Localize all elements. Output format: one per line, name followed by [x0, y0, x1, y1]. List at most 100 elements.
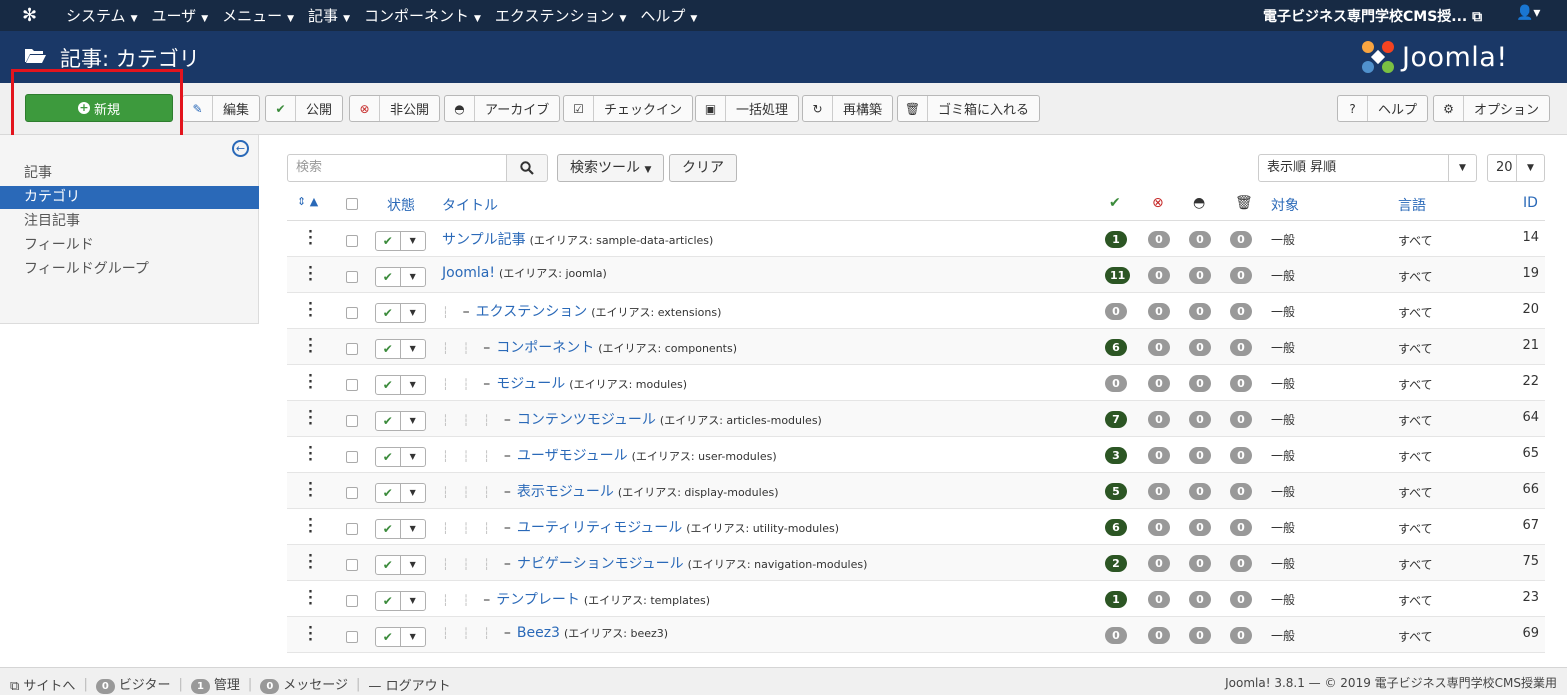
unpublished-count-badge[interactable]: 0	[1148, 375, 1170, 392]
trashed-count-badge[interactable]: 0	[1230, 231, 1252, 248]
chevron-down-icon[interactable]: ▼	[401, 556, 425, 574]
row-checkbox[interactable]	[346, 631, 358, 643]
trashed-count-badge[interactable]: 0	[1230, 483, 1252, 500]
published-check-icon[interactable]: ✔	[376, 376, 401, 394]
check-all-checkbox[interactable]	[346, 198, 358, 210]
status-toggle[interactable]: ✔ ▼	[375, 231, 426, 251]
trashed-count-badge[interactable]: 0	[1230, 303, 1252, 320]
options-button[interactable]: ⚙ オプション	[1433, 95, 1551, 122]
row-checkbox[interactable]	[346, 595, 358, 607]
status-toggle[interactable]: ✔ ▼	[375, 555, 426, 575]
search-button[interactable]	[506, 154, 548, 182]
category-title-link[interactable]: ユーザモジュール	[517, 448, 628, 464]
archived-count-badge[interactable]: 0	[1189, 627, 1211, 644]
sidebar-item-fields[interactable]: フィールド	[0, 234, 259, 257]
menu-help[interactable]: ヘルプ ▼	[640, 5, 697, 26]
published-count-badge[interactable]: 0	[1105, 303, 1127, 320]
unpublished-count-badge[interactable]: 0	[1148, 483, 1170, 500]
publish-button[interactable]: ✔ 公開	[265, 95, 344, 122]
row-checkbox[interactable]	[346, 559, 358, 571]
published-count-badge[interactable]: 3	[1105, 447, 1127, 464]
row-checkbox[interactable]	[346, 307, 358, 319]
trashed-count-badge[interactable]: 0	[1230, 519, 1252, 536]
published-check-icon[interactable]: ✔	[376, 520, 401, 538]
column-language[interactable]: 言語	[1398, 195, 1426, 215]
edit-button[interactable]: ✎ 編集	[182, 95, 261, 122]
published-check-icon[interactable]: ✔	[376, 340, 401, 358]
chevron-down-icon[interactable]: ▼	[401, 592, 425, 610]
logout-link[interactable]: — ログアウト	[368, 675, 450, 694]
menu-menus[interactable]: メニュー ▼	[222, 5, 294, 26]
drag-handle-icon[interactable]: · · ·	[308, 622, 313, 647]
published-count-badge[interactable]: 5	[1105, 483, 1127, 500]
messages-link[interactable]: 0 メッセージ	[260, 674, 348, 694]
archived-count-badge[interactable]: 0	[1189, 483, 1211, 500]
published-count-badge[interactable]: 6	[1105, 339, 1127, 356]
unpublished-count-badge[interactable]: 0	[1148, 447, 1170, 464]
status-toggle[interactable]: ✔ ▼	[375, 591, 426, 611]
chevron-down-icon[interactable]: ▼	[401, 520, 425, 538]
column-title[interactable]: タイトル	[442, 195, 498, 215]
menu-content[interactable]: 記事 ▼	[308, 5, 350, 26]
column-status[interactable]: 状態	[387, 195, 415, 215]
rebuild-button[interactable]: ↻ 再構築	[802, 95, 894, 122]
drag-handle-icon[interactable]: · · ·	[308, 370, 313, 395]
status-toggle[interactable]: ✔ ▼	[375, 627, 426, 647]
drag-handle-icon[interactable]: · · ·	[308, 262, 313, 287]
row-checkbox[interactable]	[346, 415, 358, 427]
published-check-icon[interactable]: ✔	[376, 592, 401, 610]
unpublished-count-badge[interactable]: 0	[1148, 591, 1170, 608]
row-checkbox[interactable]	[346, 451, 358, 463]
category-title-link[interactable]: エクステンション	[476, 304, 588, 320]
published-check-icon[interactable]: ✔	[376, 556, 401, 574]
row-checkbox[interactable]	[346, 271, 358, 283]
published-column-icon[interactable]: ✔	[1109, 195, 1121, 211]
archived-count-badge[interactable]: 0	[1189, 303, 1211, 320]
published-check-icon[interactable]: ✔	[376, 268, 401, 286]
trashed-count-badge[interactable]: 0	[1230, 591, 1252, 608]
sidebar-item-categories[interactable]: カテゴリ	[0, 186, 259, 209]
category-title-link[interactable]: モジュール	[496, 376, 565, 392]
trashed-count-badge[interactable]: 0	[1230, 267, 1252, 284]
status-toggle[interactable]: ✔ ▼	[375, 339, 426, 359]
category-title-link[interactable]: ユーティリティモジュール	[517, 520, 682, 536]
column-access[interactable]: 対象	[1271, 195, 1299, 215]
unpublished-count-badge[interactable]: 0	[1148, 303, 1170, 320]
trashed-count-badge[interactable]: 0	[1230, 555, 1252, 572]
category-title-link[interactable]: Beez3	[517, 625, 560, 641]
trash-button[interactable]: 🗑 ゴミ箱に入れる	[897, 95, 1041, 122]
archived-count-badge[interactable]: 0	[1189, 339, 1211, 356]
status-toggle[interactable]: ✔ ▼	[375, 411, 426, 431]
published-check-icon[interactable]: ✔	[376, 484, 401, 502]
status-toggle[interactable]: ✔ ▼	[375, 519, 426, 539]
chevron-down-icon[interactable]: ▼	[401, 412, 425, 430]
site-name-link[interactable]: 電子ビジネス専門学校CMS授... ⧉	[1263, 6, 1482, 26]
menu-system[interactable]: システム ▼	[66, 5, 137, 26]
archived-count-badge[interactable]: 0	[1189, 591, 1211, 608]
archived-count-badge[interactable]: 0	[1189, 411, 1211, 428]
published-count-badge[interactable]: 1	[1105, 591, 1127, 608]
published-check-icon[interactable]: ✔	[376, 304, 401, 322]
unpublished-count-badge[interactable]: 0	[1148, 267, 1170, 284]
published-count-badge[interactable]: 6	[1105, 519, 1127, 536]
unpublish-button[interactable]: ⊗ 非公開	[349, 95, 441, 122]
user-menu-icon[interactable]: 👤▾	[1516, 5, 1540, 21]
archived-count-badge[interactable]: 0	[1189, 519, 1211, 536]
trashed-count-badge[interactable]: 0	[1230, 411, 1252, 428]
archived-count-badge[interactable]: 0	[1189, 555, 1211, 572]
sidebar-item-field-groups[interactable]: フィールドグループ	[0, 258, 259, 281]
menu-users[interactable]: ユーザ ▼	[151, 5, 208, 26]
status-toggle[interactable]: ✔ ▼	[375, 483, 426, 503]
drag-handle-icon[interactable]: · · ·	[308, 514, 313, 539]
category-title-link[interactable]: コンテンツモジュール	[517, 412, 656, 428]
published-check-icon[interactable]: ✔	[376, 412, 401, 430]
sort-ordering-icon[interactable]: ⇕ ▲	[297, 195, 318, 208]
archived-count-badge[interactable]: 0	[1189, 267, 1211, 284]
category-title-link[interactable]: コンポーネント	[496, 340, 594, 356]
trashed-count-badge[interactable]: 0	[1230, 339, 1252, 356]
archived-count-badge[interactable]: 0	[1189, 375, 1211, 392]
category-title-link[interactable]: 表示モジュール	[517, 484, 614, 500]
view-site-link[interactable]: ⧉ サイトへ	[10, 675, 75, 694]
status-toggle[interactable]: ✔ ▼	[375, 375, 426, 395]
published-count-badge[interactable]: 1	[1105, 231, 1127, 248]
